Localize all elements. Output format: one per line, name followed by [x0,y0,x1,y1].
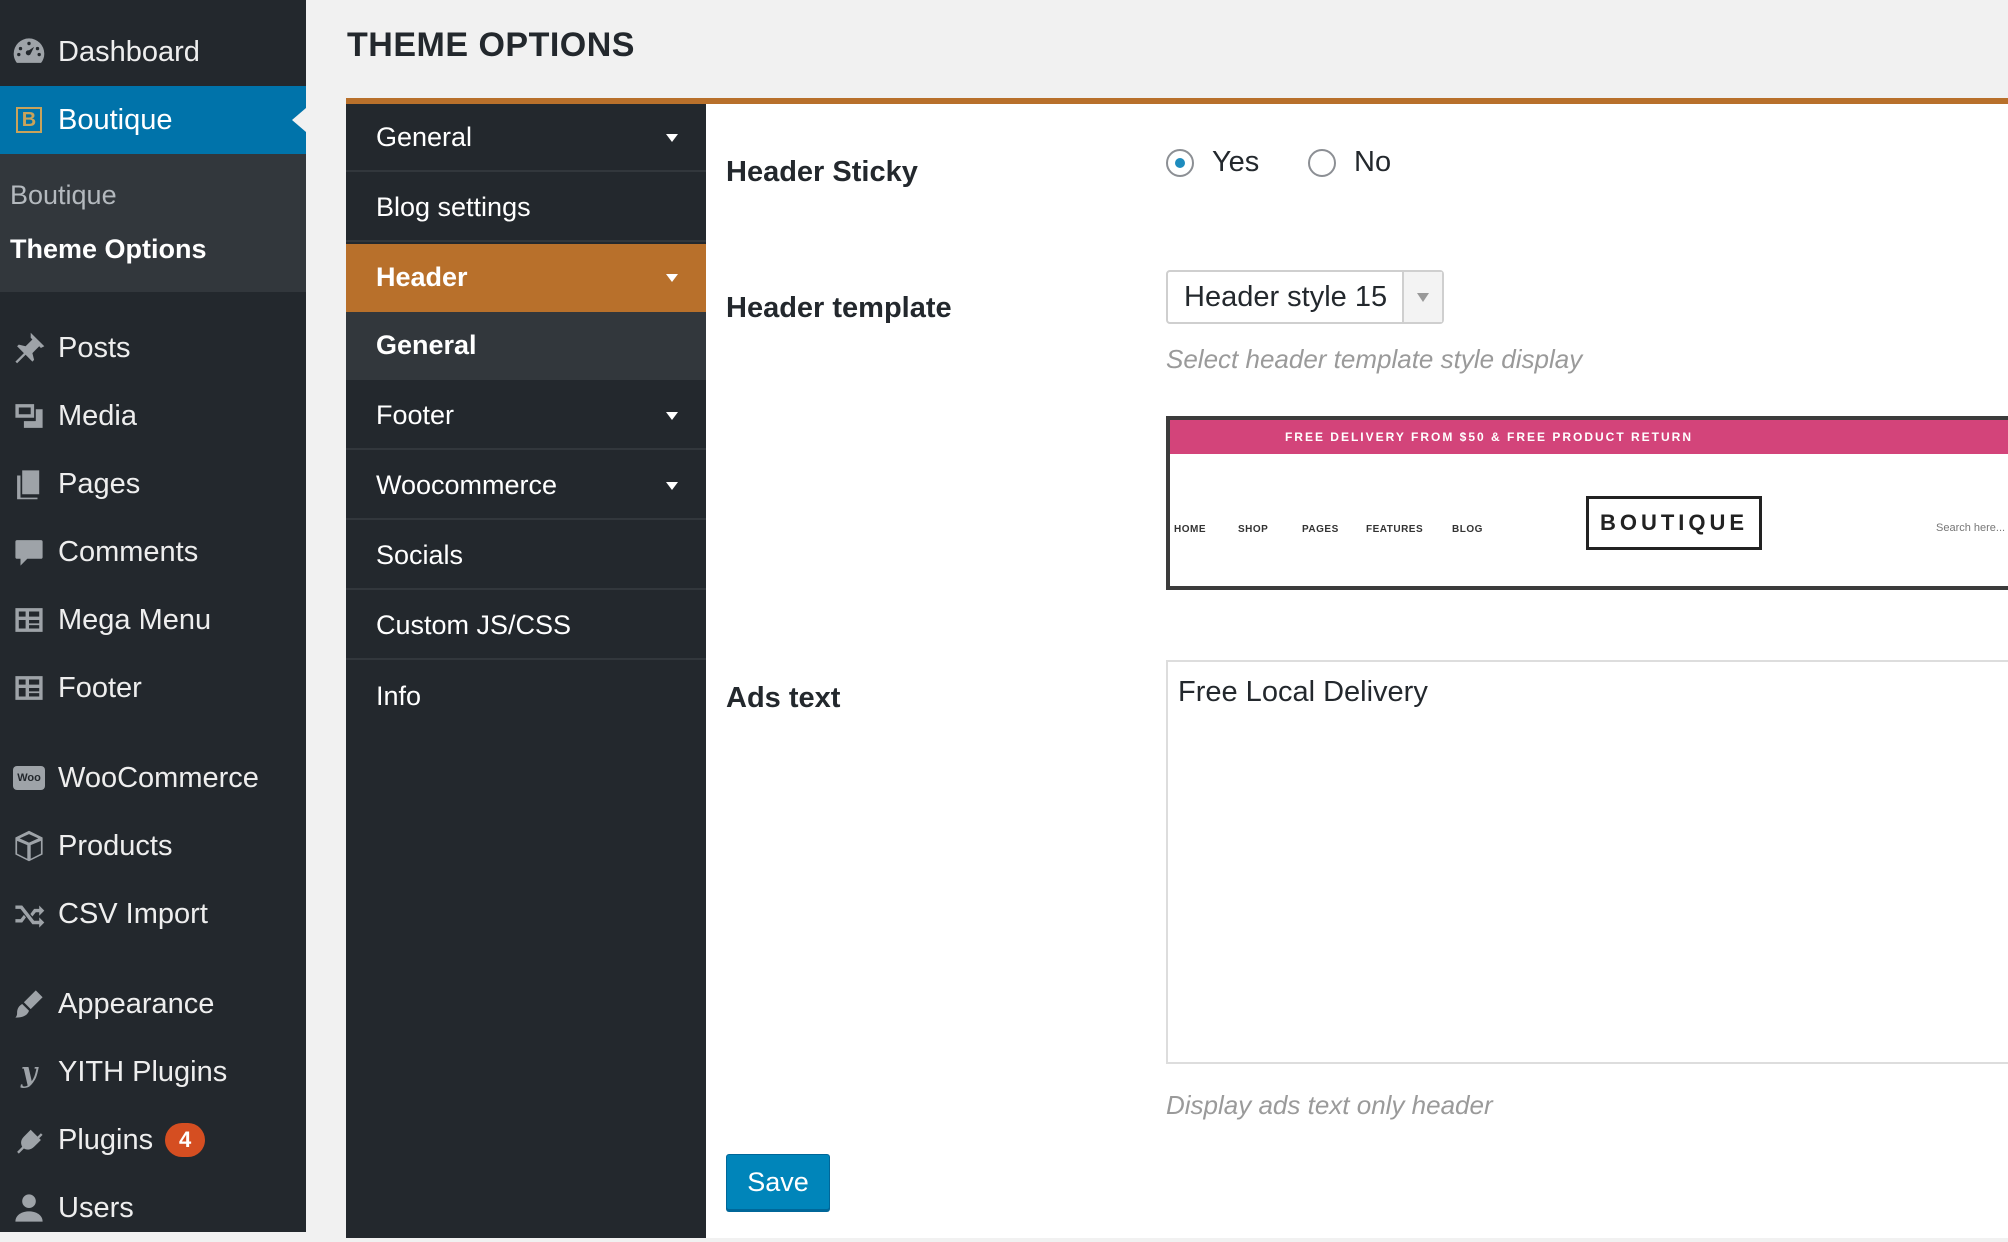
sidebar-item-woocommerce[interactable]: Woo WooCommerce [0,744,306,812]
sidebar-item-appearance[interactable]: Appearance [0,970,306,1038]
sidebar-item-products[interactable]: Products [0,812,306,880]
media-icon [0,382,58,450]
sidebar-item-yith-plugins[interactable]: y YITH Plugins [0,1038,306,1106]
boutique-logo-icon: B [0,86,58,154]
tab-info[interactable]: Info [346,662,706,730]
preview-nav-item: HOME [1174,524,1206,535]
dashboard-icon [0,18,58,86]
plug-icon [0,1106,58,1174]
caret-down-icon [666,412,678,420]
submenu-item-boutique[interactable]: Boutique [10,180,117,211]
sidebar-item-label: Boutique [58,103,173,136]
preview-nav-item: SHOP [1238,524,1269,535]
tab-general[interactable]: General [346,104,706,172]
tab-custom-js-css[interactable]: Custom JS/CSS [346,592,706,660]
pages-icon [0,450,58,518]
preview-nav-item: BLOG [1452,524,1483,535]
plugins-update-badge: 4 [165,1123,206,1157]
sidebar-item-plugins[interactable]: Plugins 4 [0,1106,306,1174]
header-template-select[interactable]: Header style 15 [1166,270,1444,324]
yith-icon: y [20,1055,38,1089]
tab-footer[interactable]: Footer [346,382,706,450]
sidebar-item-label: Products [58,829,173,862]
tab-header[interactable]: Header [346,244,706,312]
sidebar-item-label: Users [58,1191,134,1224]
sidebar-item-label: Media [58,399,137,432]
sidebar-item-label: CSV Import [58,897,208,930]
subtab-header-general[interactable]: General [346,312,706,380]
ads-text-textarea[interactable]: Free Local Delivery [1166,660,2008,1064]
shuffle-icon [0,880,58,948]
header-sticky-no-radio[interactable]: No [1308,146,1391,179]
brush-icon [0,970,58,1038]
sidebar-item-comments[interactable]: Comments [0,518,306,586]
sidebar-item-label: WooCommerce [58,761,259,794]
save-button[interactable]: Save [726,1154,830,1210]
preview-logo: BOUTIQUE [1586,496,1762,550]
woo-icon: Woo [0,744,58,812]
ads-text-description: Display ads text only header [1166,1090,1493,1120]
header-style-preview: FREE DELIVERY FROM $50 & FREE PRODUCT RE… [1166,416,2008,590]
comment-icon [0,518,58,586]
caret-down-icon [666,274,678,282]
header-template-description: Select header template style display [1166,344,1583,374]
sidebar-item-label: Mega Menu [58,603,212,636]
preview-nav-item: FEATURES [1366,524,1424,535]
options-nav: General Blog settings Header General Foo… [346,104,706,1238]
pin-icon [0,314,58,382]
box-icon [0,812,58,880]
tab-blog-settings[interactable]: Blog settings [346,174,706,242]
header-sticky-yes-radio[interactable]: Yes [1166,146,1259,179]
caret-down-icon [666,134,678,142]
caret-down-icon [666,482,678,490]
ads-text-label: Ads text [726,682,841,714]
tab-woocommerce[interactable]: Woocommerce [346,452,706,520]
sidebar-item-media[interactable]: Media [0,382,306,450]
sidebar-item-label: Pages [58,467,141,500]
sidebar-item-label: Plugins [58,1123,154,1156]
dropdown-arrow-icon [1402,272,1442,322]
sidebar-item-pages[interactable]: Pages [0,450,306,518]
sidebar-item-mega-menu[interactable]: Mega Menu [0,586,306,654]
grid-icon [0,654,58,722]
sidebar-item-dashboard[interactable]: Dashboard [0,18,306,86]
tab-socials[interactable]: Socials [346,522,706,590]
header-sticky-label: Header Sticky [726,156,918,188]
sidebar-item-label: YITH Plugins [58,1055,228,1088]
preview-promo-bar: FREE DELIVERY FROM $50 & FREE PRODUCT RE… [1170,420,2008,454]
sidebar-item-label: Posts [58,331,131,364]
submenu-item-theme-options[interactable]: Theme Options [10,234,207,265]
radio-unchecked-icon [1308,148,1336,177]
sidebar-item-label: Footer [58,671,142,704]
boutique-submenu: Boutique Theme Options [0,154,306,292]
sidebar-item-label: Appearance [58,987,215,1020]
admin-sidebar: Dashboard B Boutique Boutique Theme Opti… [0,0,306,1232]
preview-search-text: Search here... [1936,522,2006,534]
page-title: THEME OPTIONS [347,26,635,64]
sidebar-item-posts[interactable]: Posts [0,314,306,382]
sidebar-item-csv-import[interactable]: CSV Import [0,880,306,948]
radio-checked-icon [1166,148,1194,177]
sidebar-item-footer[interactable]: Footer [0,654,306,722]
header-template-label: Header template [726,292,952,324]
preview-nav-item: PAGES [1302,524,1339,535]
sidebar-item-boutique[interactable]: B Boutique [0,86,306,154]
sidebar-item-label: Comments [58,535,199,568]
grid-icon [0,586,58,654]
sidebar-item-label: Dashboard [58,35,200,68]
